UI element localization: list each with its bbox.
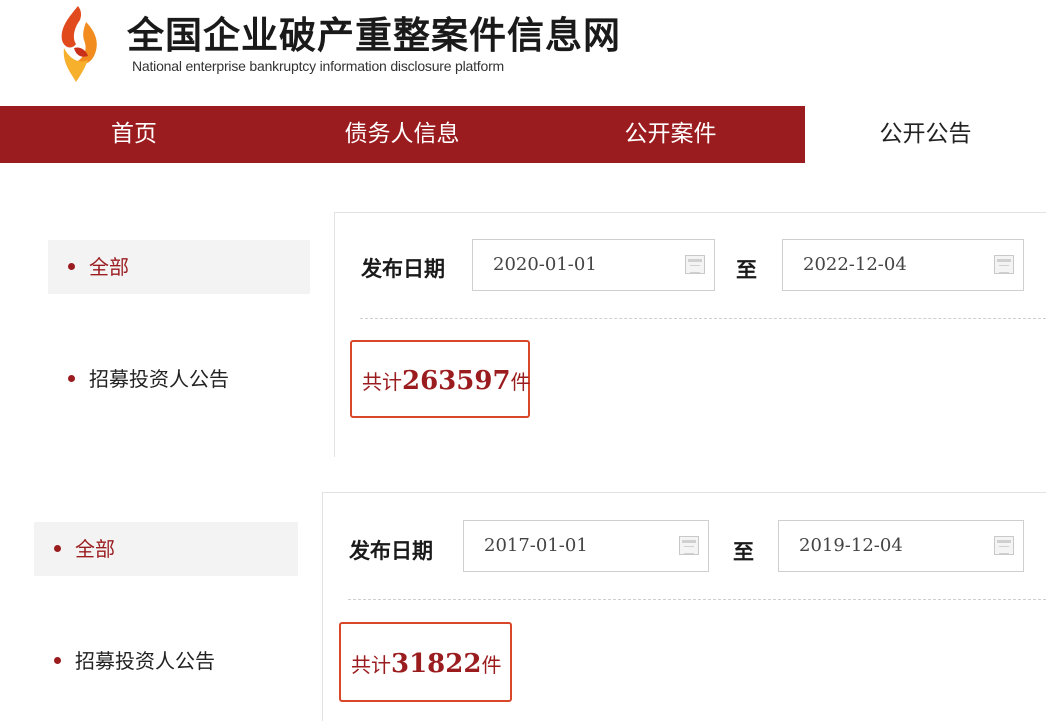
sidebar-item-all[interactable]: 全部 <box>48 240 310 294</box>
site-subtitle: National enterprise bankruptcy informati… <box>132 58 505 74</box>
result-count-box: 共计31822件 <box>339 622 512 702</box>
end-date-value: 2022-12-04 <box>803 254 907 275</box>
calendar-icon[interactable] <box>994 255 1014 274</box>
sidebar-item-recruit-investor[interactable]: 招募投资人公告 <box>34 634 298 688</box>
sidebar-item-label: 招募投资人公告 <box>89 367 229 391</box>
site-title: 全国企业破产重整案件信息网 <box>127 14 621 57</box>
bullet-icon <box>68 375 75 382</box>
bullet-icon <box>54 545 61 552</box>
bullet-icon <box>68 263 75 270</box>
sidebar-item-label: 全部 <box>75 537 115 561</box>
count-prefix: 共计 <box>362 370 402 394</box>
count-prefix: 共计 <box>351 653 391 677</box>
count-suffix: 件 <box>510 370 531 394</box>
divider <box>360 318 1046 319</box>
end-date-field[interactable]: 2022-12-04 <box>782 239 1024 291</box>
nav-item-public-cases[interactable]: 公开案件 <box>536 106 805 163</box>
count-suffix: 件 <box>481 653 502 677</box>
nav-item-home[interactable]: 首页 <box>0 106 268 163</box>
bullet-icon <box>54 657 61 664</box>
calendar-icon[interactable] <box>994 536 1014 555</box>
publish-date-label: 发布日期 <box>361 256 445 281</box>
nav-item-debtor-info[interactable]: 债务人信息 <box>268 106 536 163</box>
start-date-value: 2020-01-01 <box>493 254 597 275</box>
start-date-field[interactable]: 2017-01-01 <box>463 520 709 572</box>
calendar-icon[interactable] <box>685 255 705 274</box>
sidebar-item-label: 全部 <box>89 255 129 279</box>
sidebar-item-all[interactable]: 全部 <box>34 522 298 576</box>
divider <box>348 599 1046 600</box>
sidebar-item-recruit-investor[interactable]: 招募投资人公告 <box>48 352 310 406</box>
start-date-value: 2017-01-01 <box>484 535 588 556</box>
result-count-box: 共计263597件 <box>350 340 531 418</box>
count-value: 263597 <box>402 366 511 396</box>
end-date-field[interactable]: 2019-12-04 <box>778 520 1024 572</box>
count-value: 31822 <box>391 649 482 679</box>
date-range-separator: 至 <box>733 539 754 564</box>
calendar-icon[interactable] <box>679 536 699 555</box>
date-range-separator: 至 <box>736 257 757 282</box>
start-date-field[interactable]: 2020-01-01 <box>472 239 715 291</box>
sidebar-item-label: 招募投资人公告 <box>75 649 215 673</box>
nav-item-public-notices[interactable]: 公开公告 <box>805 106 1046 163</box>
site-logo-icon <box>61 6 97 82</box>
end-date-value: 2019-12-04 <box>799 535 903 556</box>
publish-date-label: 发布日期 <box>349 538 433 563</box>
